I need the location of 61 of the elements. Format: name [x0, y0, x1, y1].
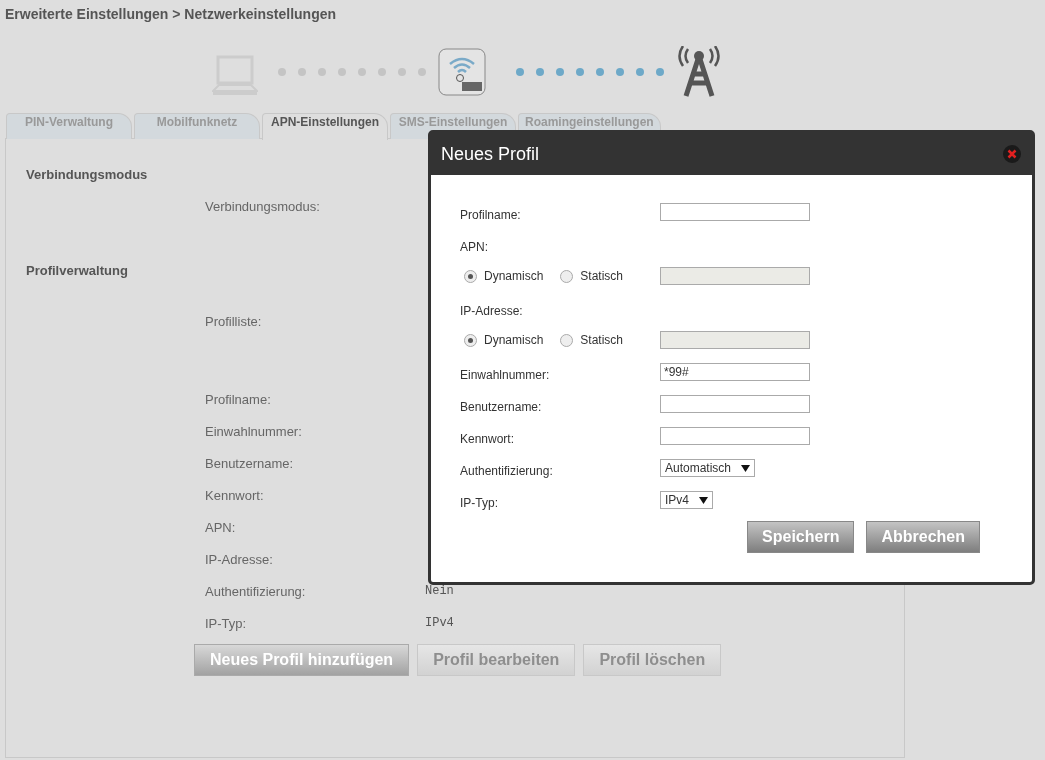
field-label: APN:	[205, 519, 237, 537]
dot-icon	[418, 67, 426, 76]
dot-icon	[338, 67, 346, 76]
field-label: IP-Adresse:	[460, 303, 524, 320]
dot-icon	[318, 67, 326, 76]
button[interactable]: Neues Profil hinzufügen	[194, 644, 410, 676]
field-label: Profilname:	[205, 391, 272, 409]
router-icon	[438, 47, 486, 96]
dot-icon	[278, 67, 286, 76]
antenna-tower-icon	[676, 45, 722, 98]
dot-icon	[358, 67, 366, 76]
field-label: Benutzername:	[460, 399, 543, 416]
radio-label: Statisch	[580, 332, 624, 349]
tab[interactable]: APN-Einstellungen	[262, 113, 388, 140]
field-label: Verbindungsmodus:	[205, 197, 321, 216]
field-value: IPv4	[425, 615, 454, 632]
radio-label: Dynamisch	[484, 332, 544, 349]
button[interactable]: Speichern	[747, 521, 855, 553]
field-value: Nein	[425, 583, 454, 600]
dot-icon	[298, 67, 306, 76]
tab[interactable]: PIN-Verwaltung	[6, 113, 132, 139]
field-label: Benutzername:	[205, 455, 295, 473]
caret-icon	[741, 464, 751, 472]
caret-icon	[699, 496, 708, 504]
dot-icon	[536, 67, 544, 76]
radio-label: Dynamisch	[484, 268, 544, 285]
field-label: Profilliste:	[205, 313, 263, 331]
field-label: IP-Typ:	[205, 615, 248, 633]
field-label: IP-Adresse:	[205, 551, 274, 569]
field-label: Kennwort:	[205, 487, 265, 505]
field-label: APN:	[460, 239, 489, 256]
field-label: Profilname:	[460, 207, 522, 224]
field-label: Authentifizierung:	[460, 463, 554, 480]
dot-icon	[516, 67, 524, 76]
dot-icon	[378, 67, 386, 76]
input-field[interactable]	[660, 395, 810, 413]
input-field[interactable]	[660, 203, 810, 221]
dropdown[interactable]: Automatisch	[660, 459, 756, 477]
field-label: Einwahlnummer:	[460, 367, 551, 384]
field-label: Kennwort:	[460, 431, 516, 448]
dot-icon	[616, 67, 624, 76]
section-heading: Verbindungsmodus	[26, 166, 148, 184]
dot-icon	[636, 67, 644, 76]
field-label: Authentifizierung:	[205, 583, 307, 601]
input-field[interactable]	[660, 427, 810, 445]
input-field[interactable]: *99#	[660, 363, 810, 381]
button[interactable]: Abbrechen	[866, 521, 980, 553]
dropdown[interactable]: IPv4	[660, 491, 713, 509]
close-icon[interactable]	[1002, 144, 1022, 164]
section-heading: Profilverwaltung	[26, 261, 128, 280]
field-label: IP-Typ:	[460, 495, 499, 512]
radio-label: Statisch	[580, 268, 624, 285]
dot-icon	[398, 67, 406, 76]
breadcrumb: Erweiterte Einstellungen > Netzwerkeinstellungen	[4, 5, 338, 24]
tab[interactable]: Mobilfunknetz	[134, 113, 260, 139]
field-label: Einwahlnummer:	[205, 423, 303, 441]
dot-icon	[556, 67, 564, 76]
dot-icon	[656, 67, 664, 76]
dot-icon	[576, 67, 584, 76]
dialog-title: Neues Profil	[441, 143, 540, 166]
dot-icon	[596, 67, 604, 76]
